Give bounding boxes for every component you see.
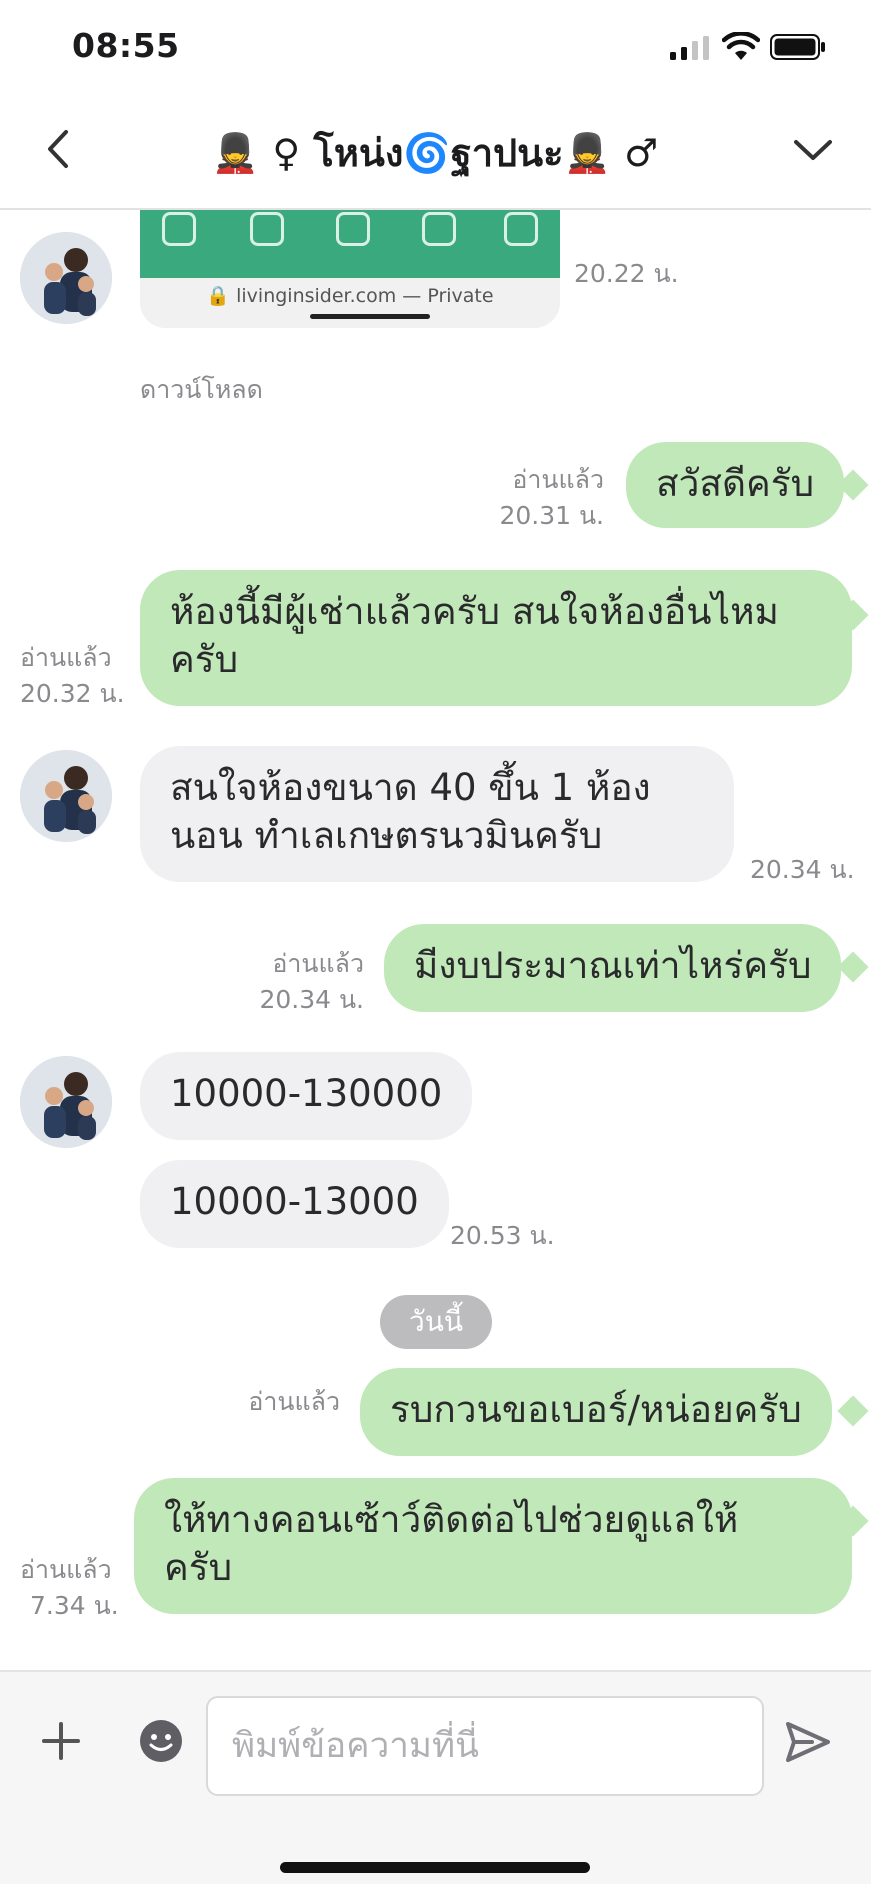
message-bubble-outgoing[interactable]: รบกวนขอเบอร์/หน่อยครับ <box>360 1368 832 1456</box>
message-time: 20.22 น. <box>574 259 679 288</box>
wifi-icon <box>722 32 760 60</box>
message-time: 20.31 น. <box>499 501 604 530</box>
message-bubble-incoming[interactable]: สนใจห้องขนาด 40 ขึ้น 1 ห้อง นอน ทำเลเกษต… <box>140 746 734 882</box>
image-home-bar <box>310 314 430 319</box>
message-text-line: นอน ทำเลเกษตรนวมินครับ <box>170 814 603 857</box>
download-link[interactable]: ดาวน์โหลด <box>140 370 263 410</box>
message-bubble-outgoing[interactable]: มีงบประมาณเท่าไหร่ครับ <box>384 924 842 1012</box>
message-input[interactable] <box>206 1696 764 1796</box>
message-text: รบกวนขอเบอร์/หน่อยครับ <box>390 1388 802 1431</box>
message-text-line: ห้องนี้มีผู้เช่าแล้วครับ สนใจห้องอื่นไหม <box>170 590 779 633</box>
message-bubble-incoming[interactable]: 10000-13000 <box>140 1160 449 1248</box>
message-text: สวัสดีครับ <box>656 462 815 505</box>
message-bubble-outgoing[interactable]: ห้องนี้มีผู้เช่าแล้วครับ สนใจห้องอื่นไหม… <box>140 570 852 706</box>
message-time: 20.53 น. <box>450 1221 555 1250</box>
message-text-line: ครับ <box>170 638 239 681</box>
message-bubble-outgoing[interactable]: สวัสดีครับ <box>626 442 845 528</box>
image-nav-icon <box>162 212 196 246</box>
message-bubble-outgoing[interactable]: ให้ทางคอนเซ้าว์ติดต่อไปช่วยดูแลให้ ครับ <box>134 1478 852 1614</box>
image-nav-icon <box>504 212 538 246</box>
message-time: 20.34 น. <box>259 985 364 1014</box>
signal-icon <box>670 36 709 60</box>
chat-area[interactable]: 🔒 livinginsider.com — Private 20.22 น. ด… <box>0 210 871 1670</box>
status-bar: 08:55 <box>0 0 871 96</box>
message-text-line: ให้ทางคอนเซ้าว์ติดต่อไปช่วยดูแลให้ <box>164 1498 739 1541</box>
message-time: 20.34 น. <box>750 855 855 884</box>
bubble-tail <box>837 1395 869 1427</box>
home-indicator <box>280 1862 590 1873</box>
send-icon[interactable] <box>784 1720 832 1764</box>
avatar[interactable] <box>20 750 112 842</box>
read-receipt: อ่านแล้ว <box>20 643 112 672</box>
message-bubble-incoming[interactable]: 10000-130000 <box>140 1052 473 1140</box>
bubble-tail <box>837 951 869 983</box>
image-nav-icon <box>422 212 456 246</box>
message-text: มีงบประมาณเท่าไหร่ครับ <box>414 944 812 987</box>
image-nav-icon <box>250 212 284 246</box>
shared-image[interactable]: 🔒 livinginsider.com — Private <box>140 210 560 328</box>
message-time: 20.32 น. <box>20 679 125 708</box>
read-receipt: อ่านแล้ว <box>20 1555 112 1584</box>
chat-header: 💂 ♀ โหน่ง🌀ฐาปนะ💂 ♂ <box>0 96 871 210</box>
image-nav-icon <box>336 212 370 246</box>
status-time: 08:55 <box>72 26 180 65</box>
battery-icon <box>770 34 825 60</box>
emoji-icon[interactable] <box>138 1718 184 1764</box>
message-text: 10000-130000 <box>170 1072 443 1115</box>
read-receipt: อ่านแล้ว <box>512 465 604 494</box>
message-text-line: ครับ <box>164 1546 233 1589</box>
avatar[interactable] <box>20 232 112 324</box>
chat-title: 💂 ♀ โหน่ง🌀ฐาปนะ💂 ♂ <box>211 131 659 175</box>
read-receipt: อ่านแล้ว <box>248 1387 340 1416</box>
chevron-down-icon[interactable] <box>790 134 836 164</box>
back-arrow-icon[interactable] <box>38 124 78 174</box>
message-text-line: สนใจห้องขนาด 40 ขึ้น 1 ห้อง <box>170 766 651 809</box>
plus-icon[interactable] <box>38 1718 84 1764</box>
avatar[interactable] <box>20 1056 112 1148</box>
message-time: 7.34 น. <box>30 1591 119 1620</box>
message-composer <box>0 1670 871 1884</box>
image-url-text: 🔒 livinginsider.com — Private <box>206 285 494 307</box>
date-separator: วันนี้ <box>380 1295 492 1349</box>
image-top <box>140 210 560 278</box>
read-receipt: อ่านแล้ว <box>272 949 364 978</box>
message-text: 10000-13000 <box>170 1180 419 1223</box>
